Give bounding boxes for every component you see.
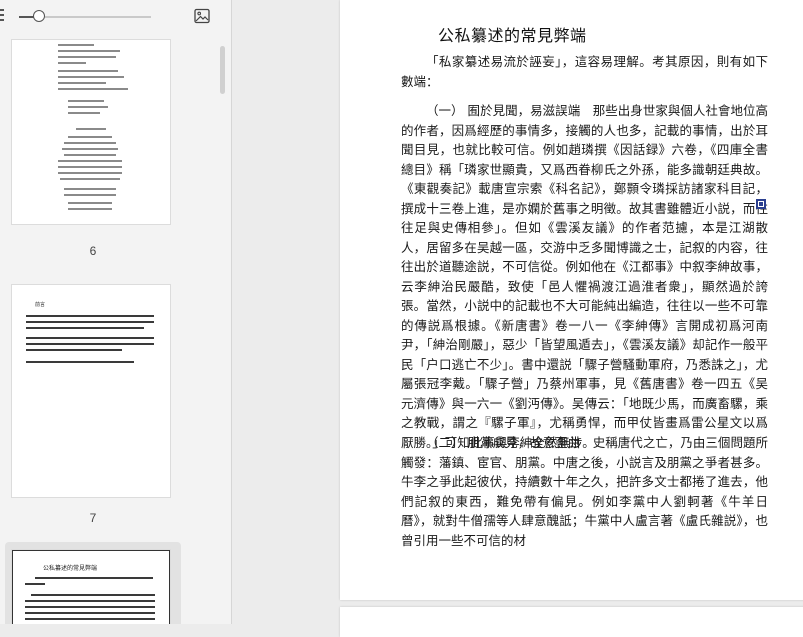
next-document-page bbox=[340, 607, 803, 637]
thumbnail-page-8-title: 公私纂述的常見弊端 bbox=[43, 565, 98, 572]
annotation-marker-icon[interactable] bbox=[756, 199, 766, 209]
paragraph-point-1: （一） 囿於見聞，易滋誤端 那些出身世家與個人社會地位高的作者，因爲經歷的事情多… bbox=[401, 103, 768, 450]
thumbnail-sidebar: 6 前言 7 公私纂述的常見弊端 bbox=[0, 0, 232, 624]
document-viewer[interactable]: 公私纂述的常見弊端 「私家纂述易流於誣妄」，這容易理解。考其原因，則有如下數端：… bbox=[232, 0, 803, 637]
thumbnail-page-6[interactable]: 6 bbox=[5, 34, 181, 264]
image-icon[interactable] bbox=[194, 8, 210, 24]
thumbnail-page-8-preview: 公私纂述的常見弊端 bbox=[12, 550, 170, 624]
thumbnail-page-8[interactable]: 公私纂述的常見弊端 bbox=[5, 542, 181, 624]
sidebar-toolbar bbox=[0, 0, 231, 34]
thumbnail-page-7-heading: 前言 bbox=[35, 302, 46, 308]
menu-icon[interactable] bbox=[0, 9, 4, 23]
thumbnail-page-6-number: 6 bbox=[89, 244, 97, 258]
paragraph-intro: 「私家纂述易流於誣妄」，這容易理解。考其原因，則有如下數端： bbox=[401, 54, 768, 89]
zoom-slider-handle[interactable] bbox=[32, 10, 45, 22]
document-page: 公私纂述的常見弊端 「私家纂述易流於誣妄」，這容易理解。考其原因，則有如下數端：… bbox=[340, 0, 803, 600]
thumbnail-page-7[interactable]: 前言 7 bbox=[5, 276, 181, 532]
thumbnail-page-6-preview bbox=[12, 40, 170, 224]
sidebar-scrollbar[interactable] bbox=[220, 46, 225, 94]
page-title: 公私纂述的常見弊端 bbox=[438, 26, 587, 45]
thumbnail-page-7-preview: 前言 bbox=[12, 285, 170, 497]
paragraph-point-2: （二） 朋黨成見，故意歪曲 史稱唐代之亡，乃由三個問題所觸發：藩鎮、宦官、朋黨。… bbox=[401, 435, 768, 548]
thumbnail-page-7-number: 7 bbox=[89, 511, 97, 525]
